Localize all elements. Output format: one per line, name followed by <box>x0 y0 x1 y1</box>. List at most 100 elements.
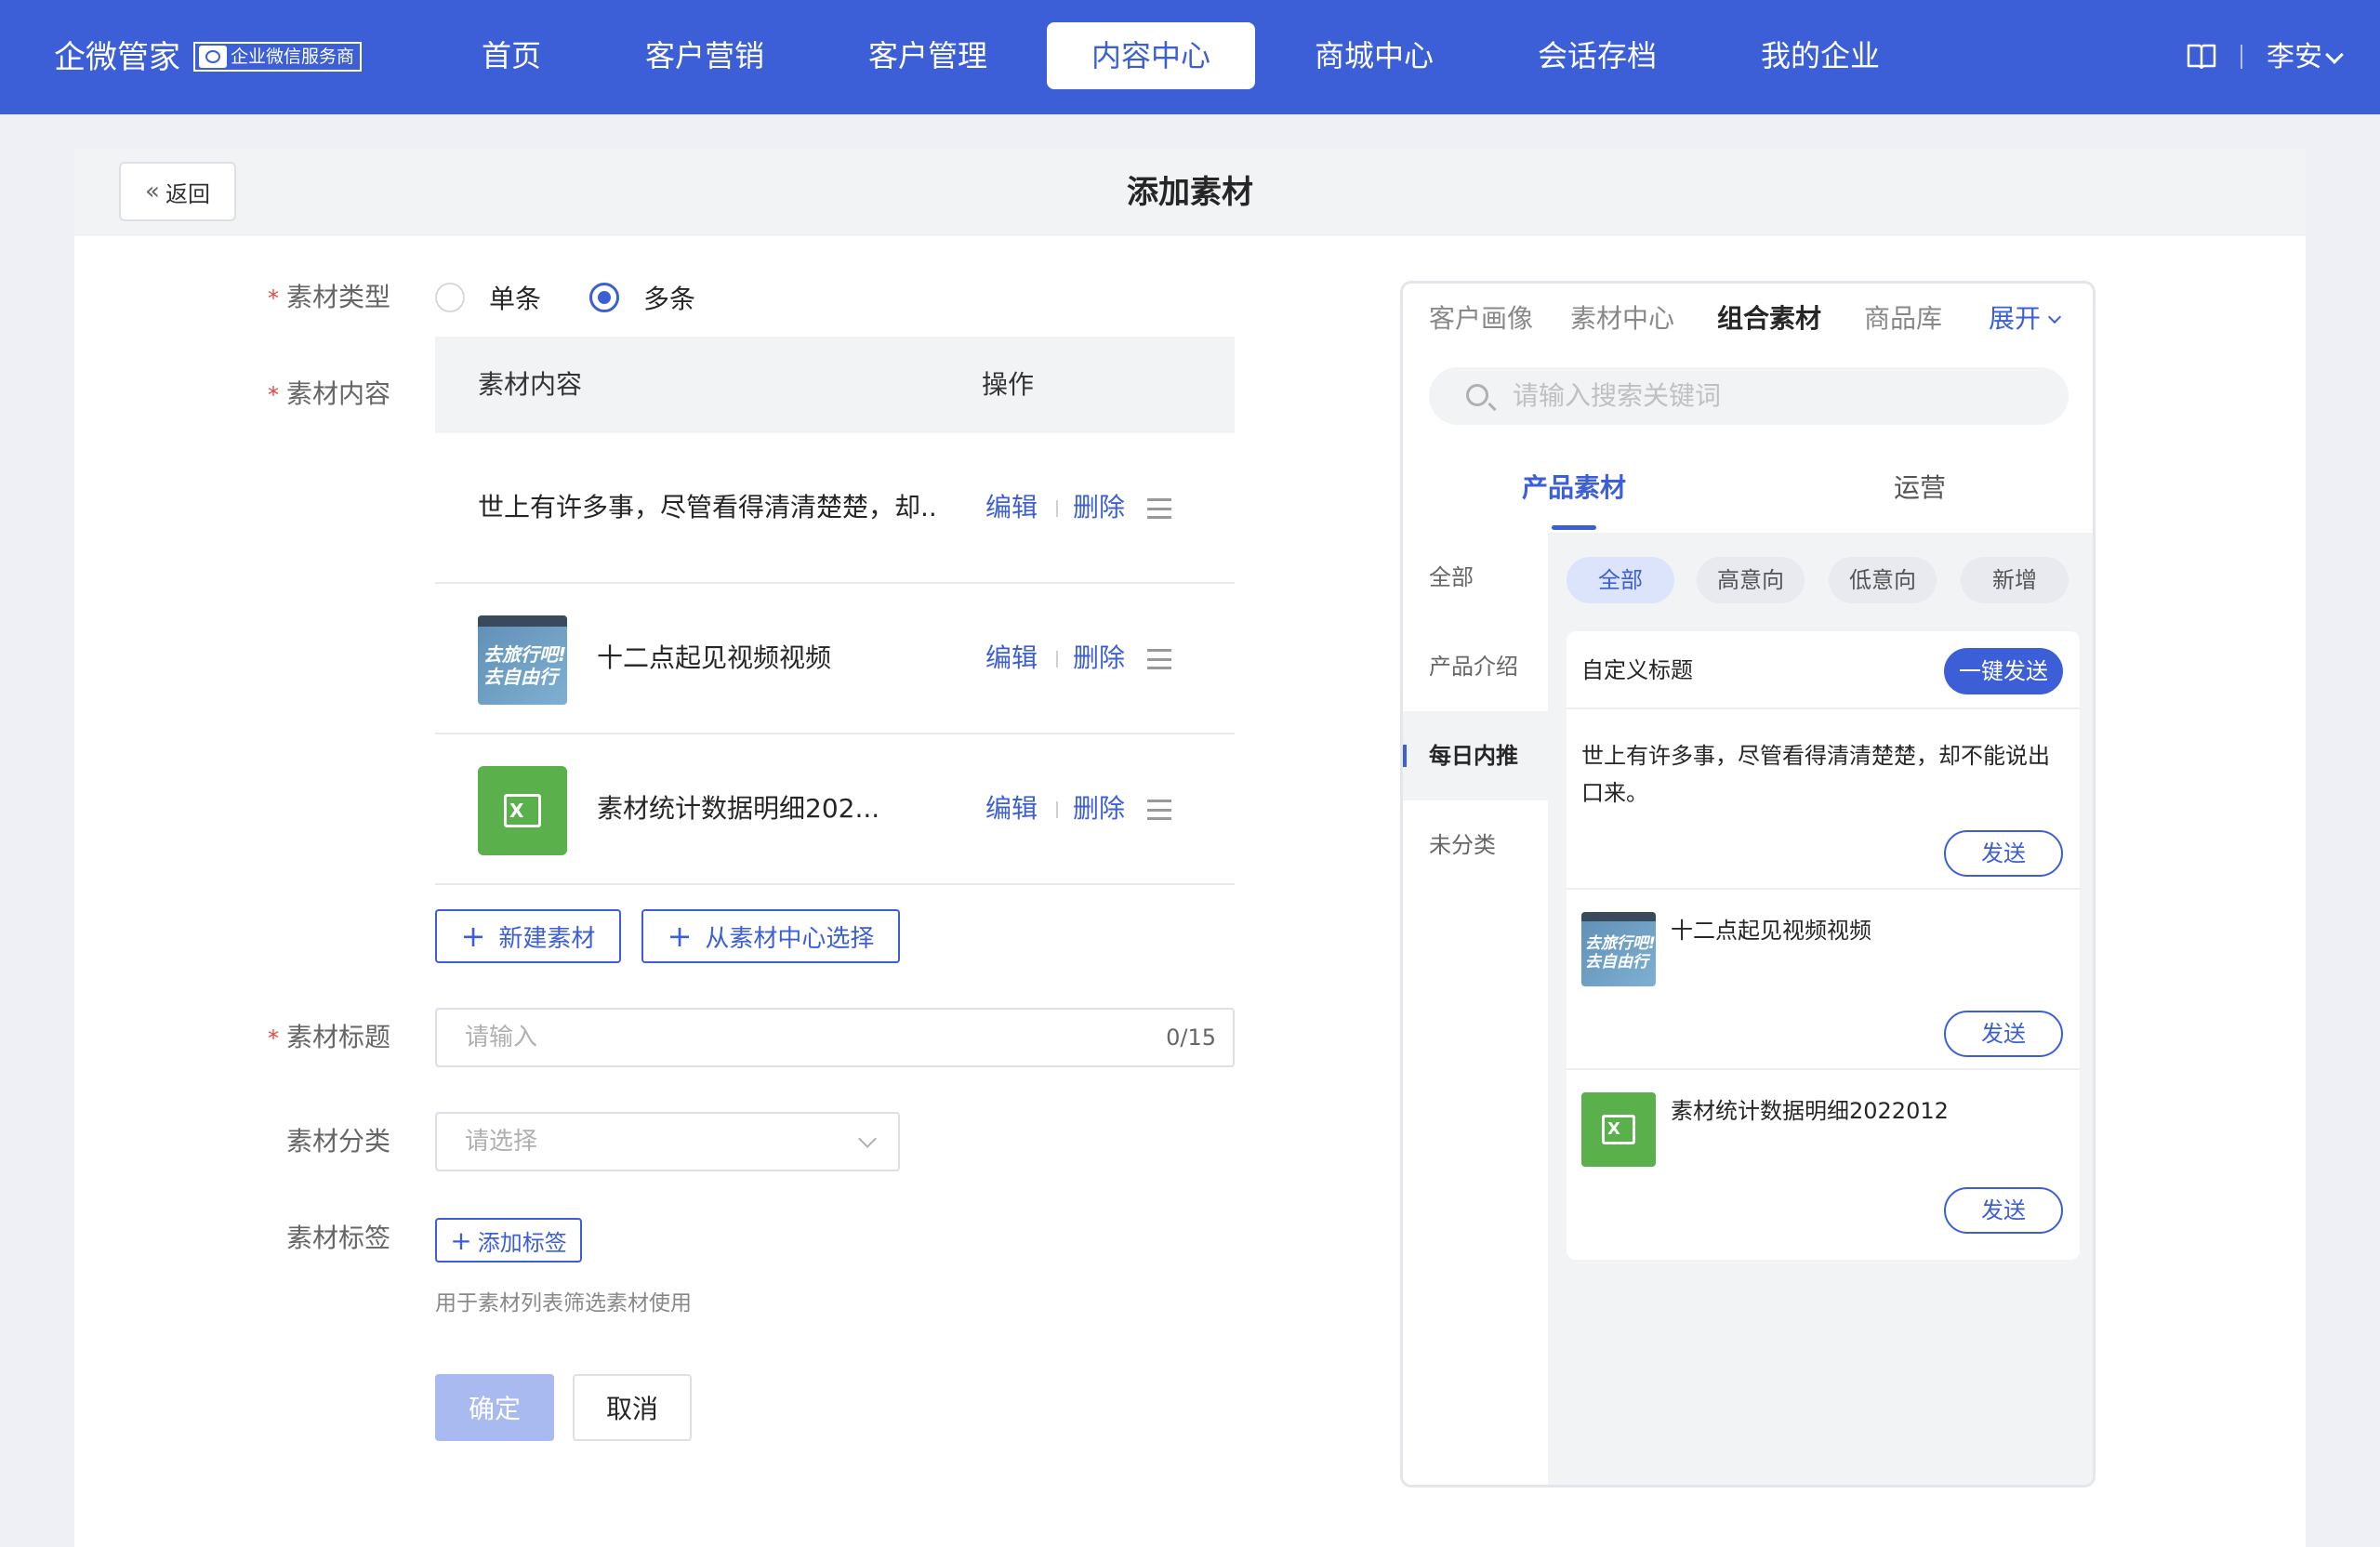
category-label: 素材分类 <box>285 1126 390 1157</box>
chevron-down-icon[interactable] <box>2325 46 2344 64</box>
back-chevron-icon: « <box>145 178 160 205</box>
sidebar-item-uncategorized[interactable]: 未分类 <box>1403 800 1548 890</box>
drag-handle-icon[interactable] <box>1147 800 1171 820</box>
preview-item-excel: X 素材统计数据明细2022012 发送 <box>1567 1070 2080 1260</box>
content-label: * 素材内容 <box>267 378 390 409</box>
preview-tab-customer-profile[interactable]: 客户画像 <box>1429 300 1533 337</box>
card-header: 自定义标题 一键发送 <box>1567 631 2080 709</box>
delete-link[interactable]: 删除 <box>1073 788 1125 829</box>
cancel-button[interactable]: 取消 <box>573 1374 692 1441</box>
radio-single[interactable]: 单条 <box>435 279 541 316</box>
preview-item-content: 世上有许多事，尽管看得清清楚楚，却不能说出口来。 <box>1581 743 2050 806</box>
sidebar-item-all[interactable]: 全部 <box>1403 533 1548 622</box>
badge-label: 企业微信服务商 <box>231 46 355 67</box>
edit-link[interactable]: 编辑 <box>985 638 1038 679</box>
sidebar-item-product-intro[interactable]: 产品介绍 <box>1403 622 1548 711</box>
active-indicator <box>1403 745 1407 767</box>
nav-item-session-archive[interactable]: 会话存档 <box>1523 22 1672 89</box>
preview-item-text: 世上有许多事，尽管看得清清楚楚，却不能说出口来。 发送 <box>1567 709 2080 890</box>
add-material-card: 添加素材 « 返回 * 素材类型 单条 多条 * 素材内容 素材内容 操作 世上有许… <box>74 149 2306 1547</box>
excel-glyph: X <box>504 794 541 827</box>
plus-icon: + <box>667 919 693 954</box>
image-thumbnail: 去旅行吧! 去自由行 <box>1581 912 1656 986</box>
radio-label: 多条 <box>643 284 696 314</box>
nav-item-content-center[interactable]: 内容中心 <box>1047 22 1255 89</box>
page-header: 添加素材 « 返回 <box>74 149 2306 236</box>
card-title: 自定义标题 <box>1581 657 1693 683</box>
chip-all[interactable]: 全部 <box>1567 557 1674 603</box>
plus-icon: + <box>460 919 486 954</box>
category-placeholder: 请选择 <box>465 1128 538 1156</box>
select-from-center-button[interactable]: + 从素材中心选择 <box>641 909 900 963</box>
add-tag-button[interactable]: + 添加标签 <box>435 1218 582 1263</box>
nav-item-customer-management[interactable]: 客户管理 <box>853 22 1002 89</box>
preview-search-input[interactable]: 请输入搜索关键词 <box>1429 367 2069 425</box>
tag-hint: 用于素材列表筛选素材使用 <box>435 1291 692 1316</box>
nav-item-home[interactable]: 首页 <box>448 22 575 89</box>
preview-material-card: 自定义标题 一键发送 世上有许多事，尽管看得清清楚楚，却不能说出口来。 发送 去… <box>1567 631 2080 1260</box>
new-material-button[interactable]: + 新建素材 <box>435 909 621 963</box>
table-row: X 素材统计数据明细202... 编辑 删除 <box>435 734 1235 885</box>
subtab-operation[interactable]: 运营 <box>1894 469 1946 507</box>
mobile-preview-panel: 客户画像 素材中心 组合素材 商品库 展开 请输入搜索关键词 产品素材 运营 全… <box>1400 281 2096 1488</box>
book-icon[interactable] <box>2187 43 2216 69</box>
confirm-button[interactable]: 确定 <box>435 1374 554 1441</box>
preview-body: 全部 产品介绍 每日内推 未分类 全部 高意向 低意向 新增 自定义标题 一键发… <box>1403 533 2093 1485</box>
plus-icon: + <box>450 1224 472 1256</box>
column-header-action: 操作 <box>982 369 1035 400</box>
chip-low-intent[interactable]: 低意向 <box>1829 557 1937 603</box>
category-select[interactable]: 请选择 <box>435 1112 900 1171</box>
brand-name: 企微管家 <box>54 39 180 76</box>
search-placeholder: 请输入搜索关键词 <box>1513 380 1722 411</box>
subtab-product-material[interactable]: 产品素材 <box>1522 469 1626 507</box>
excel-icon: X <box>478 766 567 855</box>
type-label: * 素材类型 <box>267 282 390 312</box>
add-tag-label: 添加标签 <box>477 1229 567 1256</box>
preview-item-title: 十二点起见视频视频 <box>1671 918 1871 944</box>
send-button[interactable]: 发送 <box>1944 830 2063 877</box>
send-all-button[interactable]: 一键发送 <box>1944 648 2063 694</box>
image-thumbnail: 去旅行吧! 去自由行 <box>478 615 567 705</box>
sidebar-item-label: 每日内推 <box>1429 743 1518 769</box>
table-row: 去旅行吧! 去自由行 十二点起见视频视频 编辑 删除 <box>435 584 1235 734</box>
nav-item-my-company[interactable]: 我的企业 <box>1746 22 1895 89</box>
edit-link[interactable]: 编辑 <box>985 788 1038 829</box>
sidebar-item-daily-push[interactable]: 每日内推 <box>1403 711 1548 800</box>
user-menu[interactable]: 李安 <box>2267 35 2322 80</box>
wecom-icon <box>199 46 227 68</box>
expand-toggle[interactable]: 展开 <box>1989 300 2059 337</box>
excel-glyph: X <box>1602 1115 1635 1144</box>
preview-tab-product-library[interactable]: 商品库 <box>1864 300 1942 337</box>
nav-item-customer-marketing[interactable]: 客户营销 <box>630 22 779 89</box>
row-text: 十二点起见视频视频 <box>597 642 832 673</box>
service-provider-badge: 企业微信服务商 <box>193 42 363 72</box>
chip-new[interactable]: 新增 <box>1961 557 2069 603</box>
edit-link[interactable]: 编辑 <box>985 487 1038 528</box>
table-row: 世上有许多事，尽管看得清清楚楚，却.. 编辑 删除 <box>435 433 1235 584</box>
select-from-center-label: 从素材中心选择 <box>705 924 875 953</box>
chevron-down-icon <box>858 1130 877 1148</box>
chip-high-intent[interactable]: 高意向 <box>1697 557 1805 603</box>
title-input[interactable]: 请输入 0/15 <box>435 1008 1235 1067</box>
send-button[interactable]: 发送 <box>1944 1011 2063 1057</box>
radio-multiple[interactable]: 多条 <box>589 279 695 316</box>
send-button[interactable]: 发送 <box>1944 1187 2063 1234</box>
radio-circle-selected[interactable] <box>589 283 619 312</box>
table-header: 素材内容 操作 <box>435 337 1235 433</box>
preview-tab-combined-material[interactable]: 组合素材 <box>1717 300 1821 337</box>
title-label: * 素材标题 <box>267 1022 390 1052</box>
radio-circle[interactable] <box>435 283 465 312</box>
drag-handle-icon[interactable] <box>1147 649 1171 669</box>
tag-label: 素材标签 <box>285 1223 390 1253</box>
preview-sidebar: 全部 产品介绍 每日内推 未分类 <box>1403 533 1548 1485</box>
delete-link[interactable]: 删除 <box>1073 638 1125 679</box>
nav-item-mall-center[interactable]: 商城中心 <box>1300 22 1448 89</box>
back-button[interactable]: « 返回 <box>119 162 236 221</box>
delete-link[interactable]: 删除 <box>1073 487 1125 528</box>
material-content-table: 素材内容 操作 世上有许多事，尽管看得清清楚楚，却.. 编辑 删除 去旅行吧! … <box>435 337 1235 885</box>
excel-icon: X <box>1581 1092 1656 1167</box>
drag-handle-icon[interactable] <box>1147 498 1171 519</box>
preview-item-video: 去旅行吧! 去自由行 十二点起见视频视频 发送 <box>1567 890 2080 1070</box>
column-header-content: 素材内容 <box>478 369 583 400</box>
preview-tab-material-center[interactable]: 素材中心 <box>1570 300 1674 337</box>
